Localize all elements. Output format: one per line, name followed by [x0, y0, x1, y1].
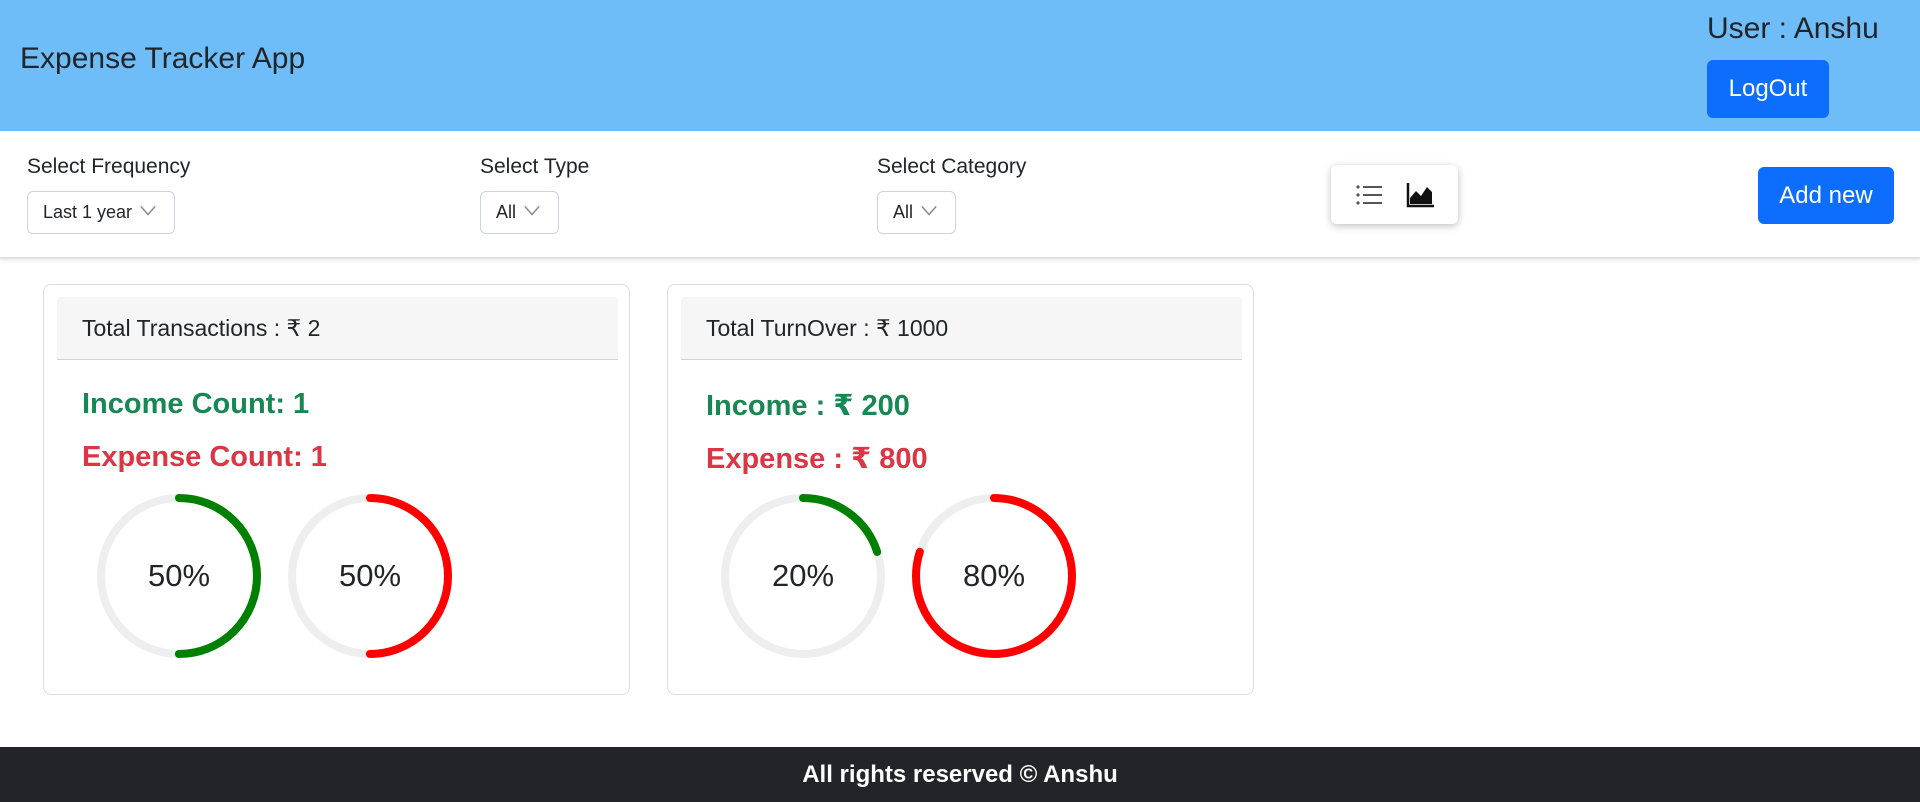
chevron-down-icon	[921, 206, 937, 216]
expense-count-progress-ring: 50%	[285, 491, 455, 661]
list-view-icon[interactable]	[1355, 181, 1385, 209]
type-select-value: All	[496, 202, 517, 222]
frequency-select-value: Last 1 year	[43, 202, 133, 222]
type-select[interactable]: All	[480, 191, 559, 234]
type-label: Select Type	[480, 155, 590, 178]
user-label: User : Anshu	[1707, 12, 1879, 45]
logout-button[interactable]: LogOut	[1707, 60, 1829, 118]
expense-turnover-percent: 80%	[962, 558, 1026, 593]
app-title: Expense Tracker App	[20, 42, 306, 75]
turnover-card-header: Total TurnOver : ₹ 1000	[681, 297, 1242, 360]
income-turnover-progress-ring: 20%	[718, 491, 888, 661]
transactions-card: Total Transactions : ₹ 2 Income Count: 1…	[43, 284, 630, 695]
transactions-card-header: Total Transactions : ₹ 2	[57, 297, 618, 360]
income-count-percent: 50%	[147, 558, 211, 593]
category-select-value: All	[893, 202, 914, 222]
view-toggle	[1331, 165, 1458, 224]
chevron-down-icon	[524, 206, 540, 216]
income-count-progress-ring: 50%	[94, 491, 264, 661]
top-navbar: Expense Tracker App User : Anshu LogOut	[0, 0, 1920, 131]
expense-turnover-progress-ring: 80%	[909, 491, 1079, 661]
turnover-card: Total TurnOver : ₹ 1000 Income : ₹ 200 E…	[667, 284, 1254, 695]
expense-amount: Expense : ₹ 800	[706, 443, 928, 475]
filter-bar	[0, 131, 1920, 259]
add-new-button[interactable]: Add new	[1758, 167, 1894, 224]
category-select[interactable]: All	[877, 191, 956, 234]
frequency-select[interactable]: Last 1 year	[27, 191, 175, 234]
income-count: Income Count: 1	[82, 388, 310, 420]
frequency-label: Select Frequency	[27, 155, 191, 178]
category-label: Select Category	[877, 155, 1027, 178]
income-turnover-percent: 20%	[771, 558, 835, 593]
chart-view-icon[interactable]	[1406, 181, 1436, 209]
chevron-down-icon	[140, 206, 156, 216]
income-amount: Income : ₹ 200	[706, 390, 910, 422]
expense-count-percent: 50%	[338, 558, 402, 593]
expense-count: Expense Count: 1	[82, 441, 327, 473]
footer: All rights reserved © Anshu	[0, 747, 1920, 802]
